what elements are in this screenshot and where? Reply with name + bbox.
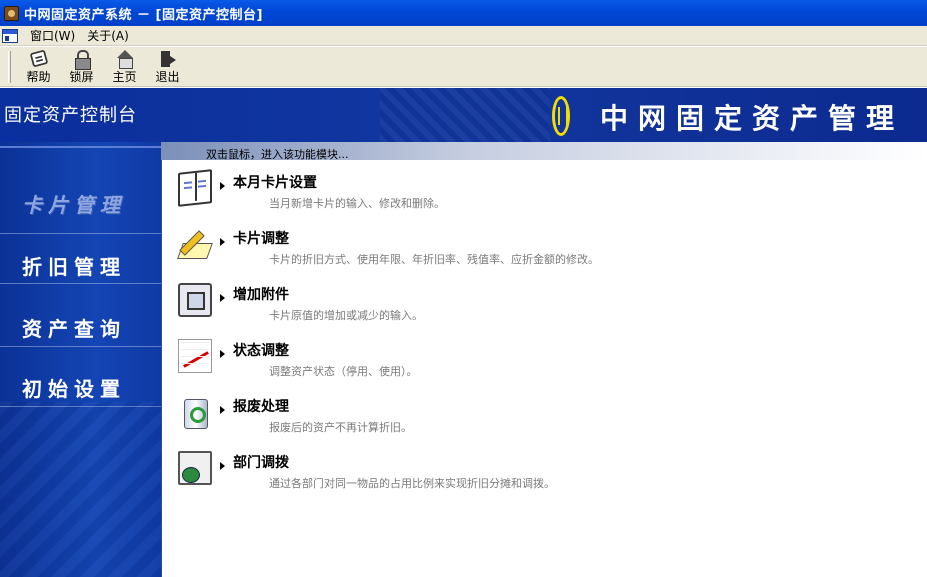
menu-about[interactable]: 关于(A) [81, 27, 135, 44]
module-monthly-card-setup[interactable]: 本月卡片设置 当月新增卡片的输入、修改和删除。 [178, 164, 778, 214]
status-chart-icon [178, 339, 212, 373]
module-description: 调整资产状态（停用、使用）。 [269, 365, 418, 378]
arrow-right-icon [220, 350, 225, 358]
transfer-icon [178, 451, 212, 485]
home-button-label: 主页 [112, 70, 137, 84]
toolbar: 帮助 锁屏 主页 退出 [0, 47, 927, 87]
module-add-attachment[interactable]: 增加附件 卡片原值的增加或减少的输入。 [178, 276, 778, 326]
nav-divider [0, 346, 161, 347]
nav-item-label: 卡片管理 [22, 193, 126, 217]
menu-bar: 窗口(W) 关于(A) [0, 26, 927, 46]
module-title: 卡片调整 [233, 231, 289, 247]
lock-icon [73, 50, 91, 70]
hint-bar: 双击鼠标，进入该功能模块... [161, 142, 927, 161]
pencil-edit-icon [178, 227, 212, 261]
module-title: 报废处理 [233, 399, 289, 415]
module-scrap-processing[interactable]: 报废处理 报废后的资产不再计算折旧。 [178, 388, 778, 438]
help-button[interactable]: 帮助 [17, 47, 60, 85]
module-card-adjustment[interactable]: 卡片调整 卡片的折旧方式、使用年限、年折旧率、残值率、应折金额的修改。 [178, 220, 778, 270]
app-icon[interactable] [4, 5, 19, 21]
nav-item-asset-query[interactable]: 资产查询 [0, 296, 161, 356]
module-title: 本月卡片设置 [233, 175, 317, 191]
help-book-icon [29, 49, 48, 68]
exit-button[interactable]: 退出 [146, 47, 189, 85]
card-book-icon [178, 169, 212, 207]
module-description: 通过各部门对同一物品的占用比例来实现折旧分摊和调拨。 [269, 477, 555, 490]
toolbar-grip[interactable] [8, 51, 11, 83]
lock-screen-button-label: 锁屏 [69, 70, 94, 84]
recycle-bin-icon [178, 395, 212, 429]
module-department-transfer[interactable]: 部门调拨 通过各部门对同一物品的占用比例来实现折旧分摊和调拨。 [178, 444, 778, 494]
company-logo-icon [552, 96, 570, 136]
nav-item-label: 资产查询 [22, 317, 126, 341]
nav-top-divider [0, 146, 161, 148]
header-banner: 固定资产控制台 中网固定资产管理 [0, 88, 927, 142]
exit-button-label: 退出 [155, 70, 180, 84]
window-title: 中网固定资产系统 － [固定资产控制台] [24, 7, 263, 23]
product-name: 中网固定资产管理 [600, 102, 905, 135]
home-button[interactable]: 主页 [103, 47, 146, 85]
exit-door-icon [159, 50, 177, 67]
nav-item-label: 初始设置 [22, 377, 126, 401]
console-title: 固定资产控制台 [4, 105, 137, 126]
module-title: 状态调整 [233, 343, 289, 359]
nav-background-pattern [0, 402, 161, 577]
arrow-right-icon [220, 462, 225, 470]
module-title: 增加附件 [233, 287, 289, 303]
arrow-right-icon [220, 406, 225, 414]
module-list: 本月卡片设置 当月新增卡片的输入、修改和删除。 卡片调整 卡片的折旧方式、使用年… [161, 160, 927, 577]
title-bar: 中网固定资产系统 － [固定资产控制台] [0, 0, 927, 26]
banner-pattern [380, 88, 550, 142]
left-navigation: 卡片管理 折旧管理 资产查询 初始设置 [0, 142, 161, 577]
module-title: 部门调拨 [233, 455, 289, 471]
mdi-window-icon[interactable] [2, 28, 18, 43]
nav-item-label: 折旧管理 [22, 255, 126, 279]
menu-window[interactable]: 窗口(W) [24, 27, 81, 44]
home-icon [116, 50, 134, 69]
module-status-adjustment[interactable]: 状态调整 调整资产状态（停用、使用）。 [178, 332, 778, 382]
module-description: 卡片原值的增加或减少的输入。 [269, 309, 423, 322]
nav-divider [0, 283, 161, 284]
attachment-icon [178, 283, 212, 317]
nav-item-depreciation-management[interactable]: 折旧管理 [0, 234, 161, 294]
lock-screen-button[interactable]: 锁屏 [60, 47, 103, 85]
module-description: 卡片的折旧方式、使用年限、年折旧率、残值率、应折金额的修改。 [269, 253, 599, 266]
nav-item-card-management[interactable]: 卡片管理 [0, 172, 161, 232]
help-button-label: 帮助 [26, 70, 51, 84]
arrow-right-icon [220, 182, 225, 190]
arrow-right-icon [220, 294, 225, 302]
module-description: 报废后的资产不再计算折旧。 [269, 421, 412, 434]
arrow-right-icon [220, 238, 225, 246]
module-description: 当月新增卡片的输入、修改和删除。 [269, 197, 445, 210]
